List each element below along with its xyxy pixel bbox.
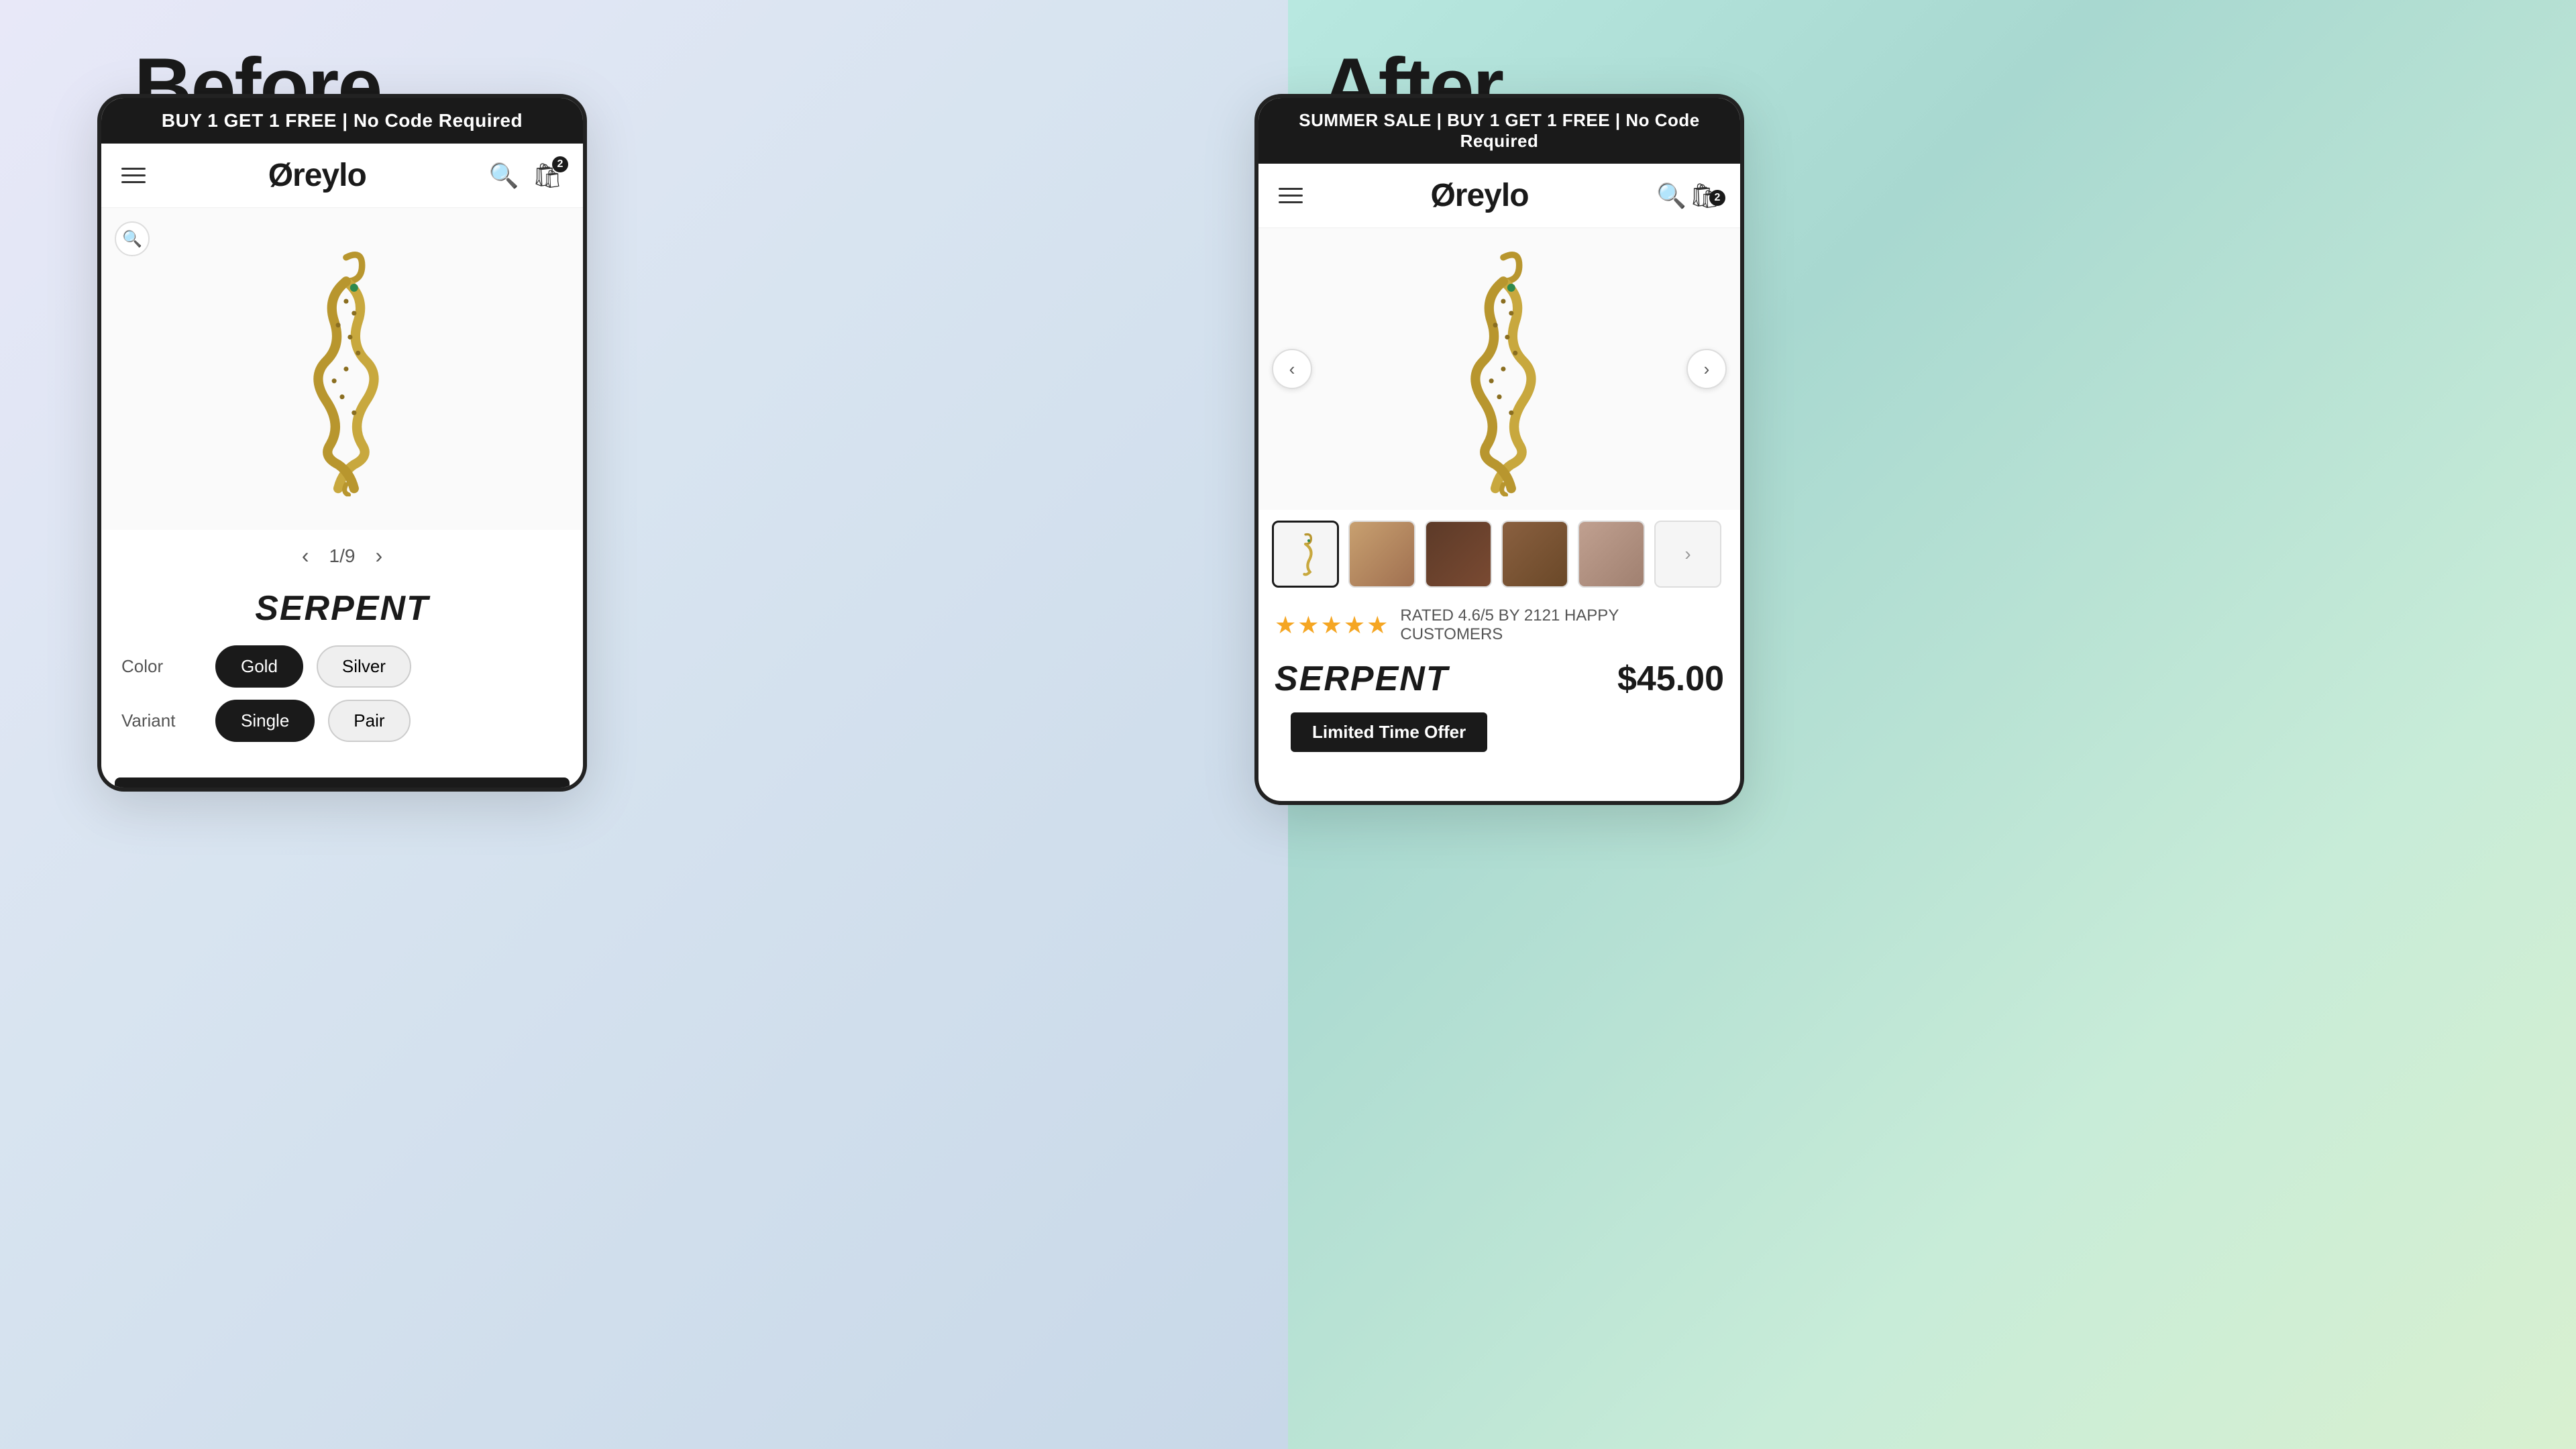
nav-after: Øreylo 🔍 🛍 2 [1258, 164, 1740, 228]
snake-image-before [268, 241, 416, 496]
search-icon-after[interactable]: 🔍 [1656, 182, 1686, 209]
carousel-prev-arrow[interactable]: ‹ [1272, 349, 1312, 389]
thumbnail-2[interactable] [1348, 521, 1415, 588]
add-to-cart-button-before[interactable]: $45.00 / ADD TO CART [115, 777, 570, 792]
rating-stars: ★★★★★ [1275, 611, 1389, 639]
nav-icons-after: 🔍 🛍 2 [1656, 182, 1720, 210]
thumbnail-4[interactable] [1501, 521, 1568, 588]
image-counter: 1/9 [329, 545, 356, 567]
image-nav-before: ‹ 1/9 › [101, 530, 583, 582]
prev-arrow[interactable]: ‹ [302, 543, 309, 568]
thumbnails-row: › [1258, 510, 1740, 598]
zoom-icon[interactable]: 🔍 [115, 221, 150, 256]
hamburger-menu[interactable] [121, 168, 146, 183]
product-price-after: $45.00 [1617, 659, 1724, 699]
product-image-after: ‹ › [1258, 228, 1740, 510]
options-section: Color Gold Silver Variant Single Pair [101, 635, 583, 764]
phone-after: SUMMER SALE | BUY 1 GET 1 FREE | No Code… [1254, 94, 1744, 805]
hamburger-menu-after[interactable] [1279, 188, 1303, 203]
logo-after: Øreylo [1430, 177, 1528, 214]
promo-banner-after: SUMMER SALE | BUY 1 GET 1 FREE | No Code… [1258, 98, 1740, 164]
cart-icon-wrap[interactable]: 🛍 2 [532, 162, 563, 190]
variant-label: Variant [121, 710, 202, 731]
limited-offer-badge[interactable]: Limited Time Offer [1291, 712, 1487, 752]
color-label: Color [121, 656, 202, 677]
logo-before: Øreylo [268, 157, 366, 194]
nav-icons-before: 🔍 🛍 2 [488, 162, 563, 190]
cart-badge-after: 2 [1709, 190, 1725, 206]
product-image-before: 🔍 [101, 208, 583, 530]
limited-offer-row: Limited Time Offer [1258, 706, 1740, 759]
thumbnail-5[interactable] [1578, 521, 1645, 588]
color-silver-btn[interactable]: Silver [317, 645, 411, 688]
nav-before: Øreylo 🔍 🛍 2 [101, 144, 583, 208]
product-title-before: SERPENT [101, 582, 583, 635]
rating-row: ★★★★★ RATED 4.6/5 BY 2121 HAPPY CUSTOMER… [1258, 598, 1740, 652]
color-option-row: Color Gold Silver [121, 645, 563, 688]
product-title-after: SERPENT [1275, 659, 1449, 699]
color-gold-btn[interactable]: Gold [215, 645, 303, 688]
phone-before: BUY 1 GET 1 FREE | No Code Required Ørey… [97, 94, 587, 792]
variant-pair-btn[interactable]: Pair [328, 700, 410, 742]
search-icon[interactable]: 🔍 [488, 162, 519, 190]
next-arrow[interactable]: › [375, 543, 382, 568]
thumbnail-1[interactable] [1272, 521, 1339, 588]
cart-badge: 2 [552, 156, 568, 172]
thumbnail-more[interactable]: › [1654, 521, 1721, 588]
snake-image-after [1426, 241, 1573, 496]
variant-single-btn[interactable]: Single [215, 700, 315, 742]
variant-option-row: Variant Single Pair [121, 700, 563, 742]
carousel-next-arrow[interactable]: › [1686, 349, 1727, 389]
product-info-row: SERPENT $45.00 [1258, 652, 1740, 706]
thumbnail-3[interactable] [1425, 521, 1492, 588]
promo-banner-before: BUY 1 GET 1 FREE | No Code Required [101, 98, 583, 144]
cart-icon-wrap-after[interactable]: 🛍 2 [1689, 195, 1720, 207]
rating-text: RATED 4.6/5 BY 2121 HAPPY CUSTOMERS [1400, 606, 1724, 644]
